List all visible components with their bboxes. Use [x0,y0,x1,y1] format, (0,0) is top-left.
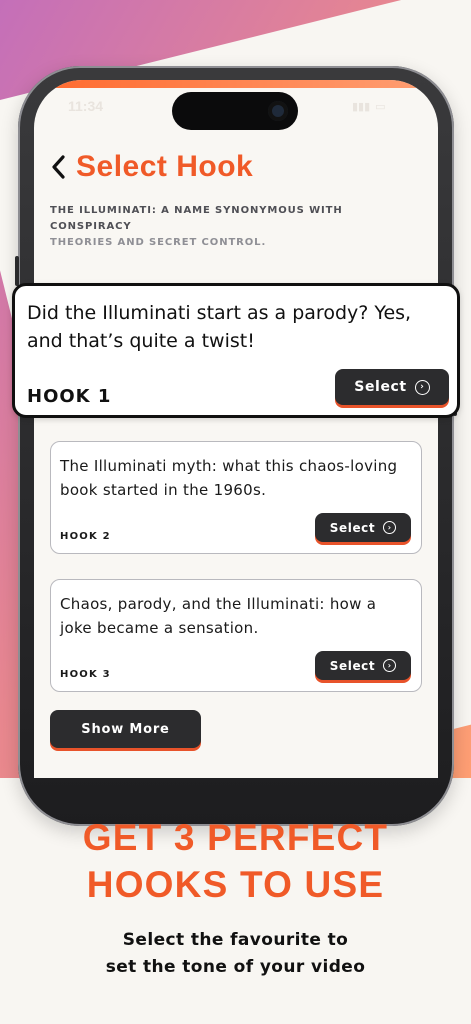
promo-title-line-1: GET 3 PERFECT [82,817,389,858]
hook-text: Chaos, parody, and the Illuminati: how a… [60,595,377,637]
signal-icon: ▮▮▮ [352,100,371,113]
phone-side-button [15,256,19,286]
hook-card-2: The Illuminati myth: what this chaos-lov… [50,441,422,554]
hook-card-1: Did the Illuminati start as a parody? Ye… [12,283,460,418]
chevron-right-circle-icon: › [383,659,397,672]
battery-icon: ▭ [375,100,386,113]
promo-subtitle: Select the favourite to set the tone of … [0,927,471,981]
hook-label: HOOK 1 [27,386,112,407]
select-hook-1-button[interactable]: Select › [335,369,449,405]
hook-label: HOOK 3 [60,669,111,680]
page-title: Select Hook [76,150,254,183]
select-button-label: Select [329,658,376,673]
screen-top-accent [34,80,438,88]
subtitle-line-2: THEORIES AND SECRET CONTROL. [50,237,267,248]
promo-title: GET 3 PERFECT HOOKS TO USE [0,814,471,908]
status-time: 11:34 [68,98,104,114]
promo-title-line-2: HOOKS TO USE [86,864,385,905]
chevron-right-circle-icon: › [383,521,397,534]
hook-text: The Illuminati myth: what this chaos-lov… [60,457,398,499]
show-more-button[interactable]: Show More [50,710,201,748]
hook-label: HOOK 2 [60,531,111,542]
select-hook-3-button[interactable]: Select › [315,651,411,680]
subtitle-line-1: THE ILLUMINATI: A NAME SYNONYMOUS WITH C… [50,205,343,232]
chevron-right-circle-icon: › [414,379,430,395]
select-button-label: Select [354,379,407,395]
page-header: Select Hook [50,150,253,184]
promo-subtitle-line-1: Select the favourite to [122,930,349,950]
status-icons: ▮▮▮ ▭ [352,100,386,113]
select-hook-2-button[interactable]: Select › [315,513,411,542]
hook-text: Did the Illuminati start as a parody? Ye… [27,302,412,352]
select-button-label: Select [329,520,376,535]
topic-subtitle: THE ILLUMINATI: A NAME SYNONYMOUS WITH C… [50,203,410,251]
chevron-left-icon[interactable] [50,153,68,181]
hook-card-3: Chaos, parody, and the Illuminati: how a… [50,579,422,692]
dynamic-island [172,92,298,130]
camera-icon [268,101,288,121]
promo-subtitle-line-2: set the tone of your video [105,957,366,977]
